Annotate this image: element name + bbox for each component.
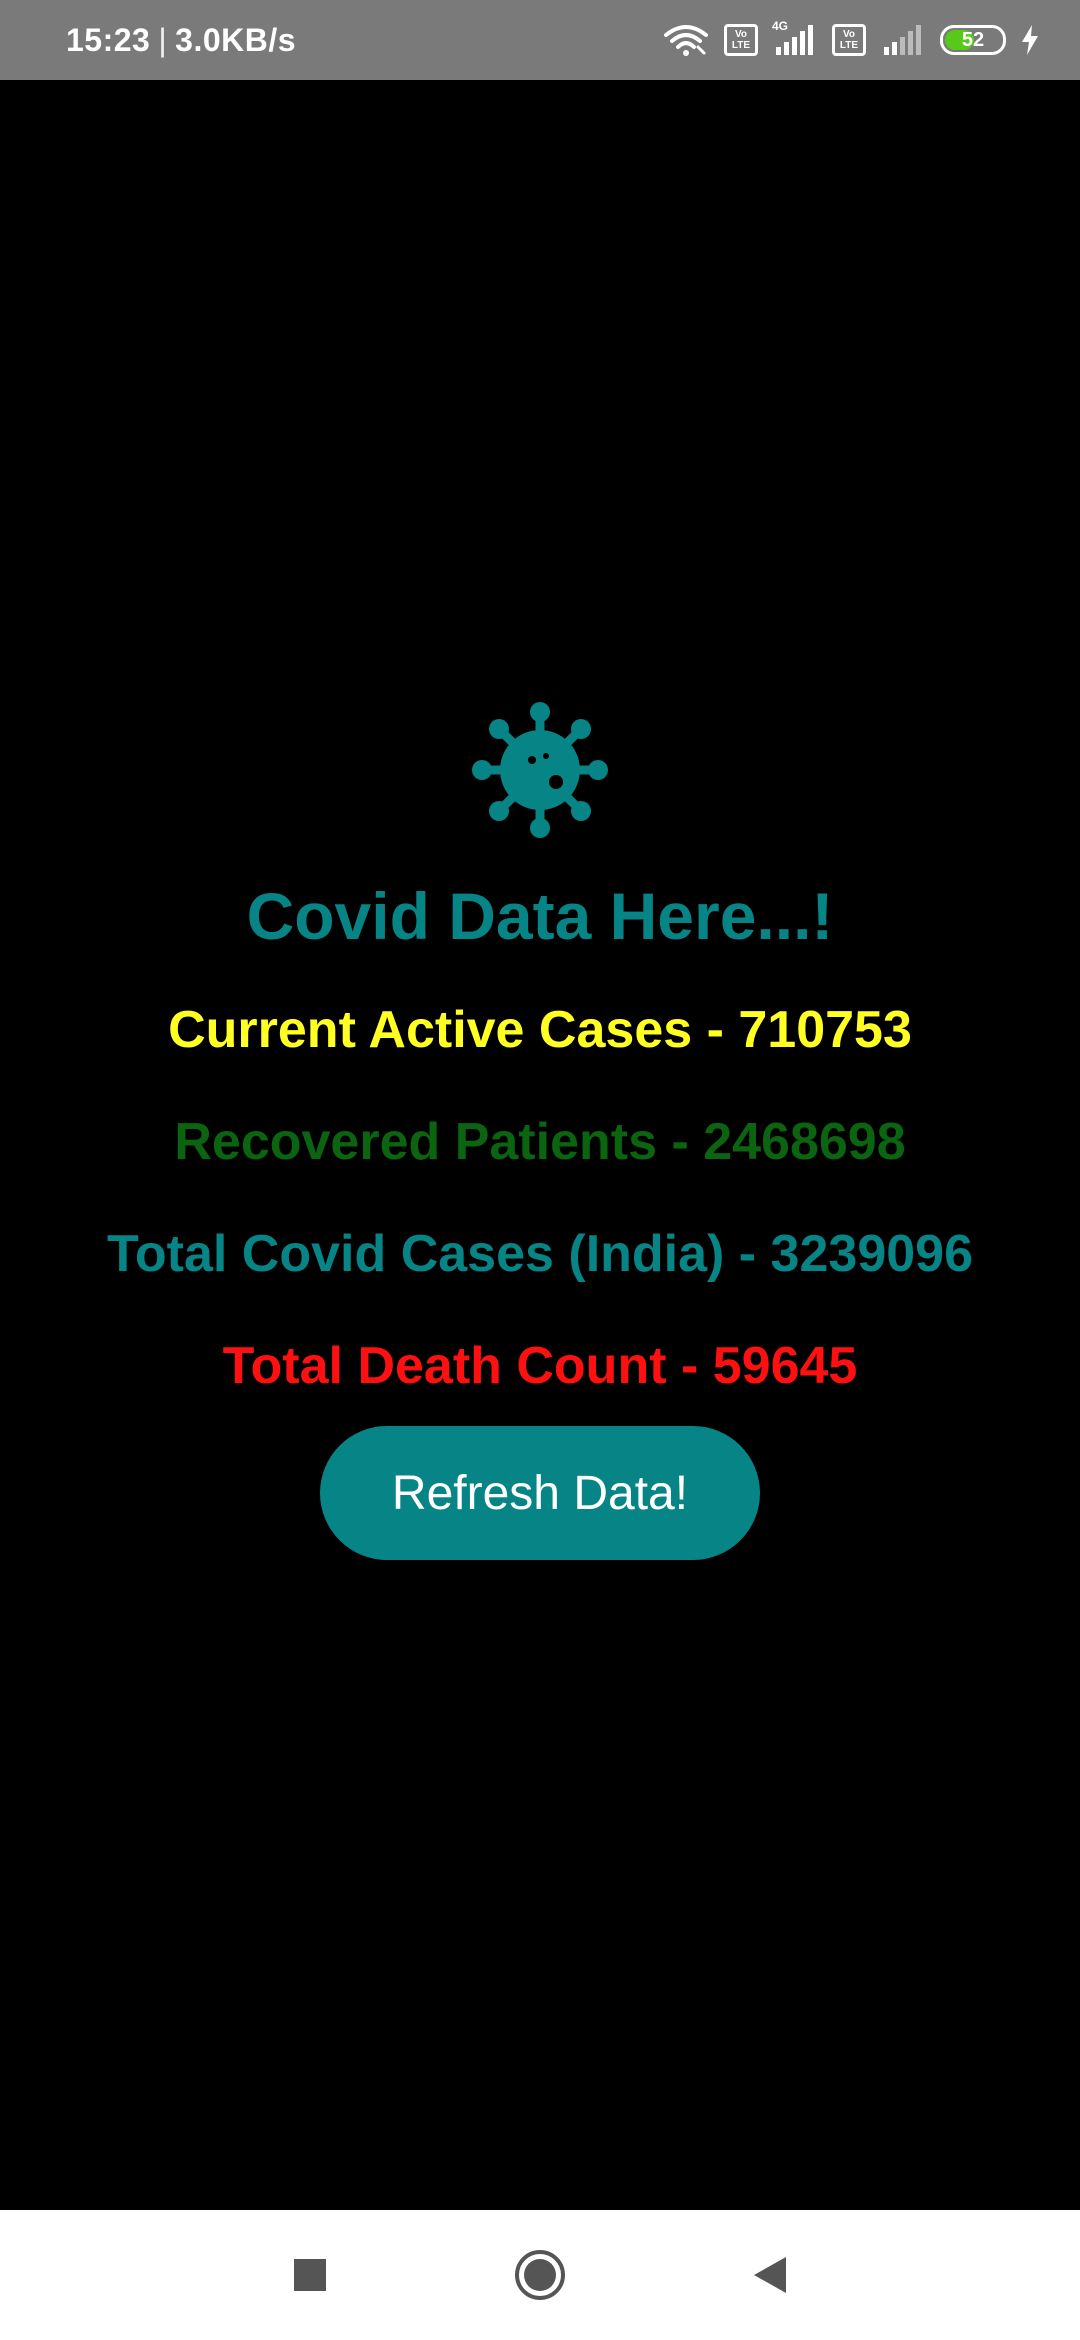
total-cases-text: Total Covid Cases (India) - 3239096 — [107, 1225, 973, 1283]
battery-level: 52 — [961, 28, 985, 51]
volte-icon: Vo LTE — [724, 24, 758, 56]
network-speed: 3.0KB/s — [175, 21, 297, 58]
status-bar: 15:23 | 3.0KB/s Vo LTE 4G Vo LTE 52 — [0, 0, 1080, 80]
volte-label-bottom: LTE — [731, 40, 751, 51]
clock: 15:23 — [66, 21, 151, 58]
status-left: 15:23 | 3.0KB/s — [66, 22, 296, 59]
charging-icon — [1020, 24, 1040, 56]
status-right: Vo LTE 4G Vo LTE 52 — [662, 19, 1040, 57]
virus-icon — [472, 702, 608, 838]
signal-icon: 4G — [772, 19, 818, 57]
back-button[interactable] — [720, 2225, 820, 2325]
main-content: Covid Data Here...! Current Active Cases… — [0, 700, 1080, 1560]
recovered-patients-text: Recovered Patients - 2468698 — [174, 1113, 906, 1171]
navigation-bar — [0, 2210, 1080, 2340]
page-title: Covid Data Here...! — [246, 879, 834, 953]
volte-label-top: Vo — [842, 29, 856, 40]
death-count-text: Total Death Count - 59645 — [222, 1337, 858, 1395]
status-separator: | — [158, 21, 168, 58]
recents-square-icon — [294, 2259, 326, 2291]
refresh-data-button[interactable]: Refresh Data! — [320, 1426, 760, 1560]
active-cases-text: Current Active Cases - 710753 — [168, 1001, 912, 1059]
app-screen: 15:23 | 3.0KB/s Vo LTE 4G Vo LTE 52 Covi… — [0, 0, 1080, 2340]
wifi-icon — [662, 23, 710, 57]
volte-label-top: Vo — [734, 29, 748, 40]
back-triangle-icon — [754, 2257, 786, 2293]
battery-icon: 52 — [940, 25, 1006, 55]
signal-icon — [880, 23, 926, 57]
home-button[interactable] — [490, 2225, 590, 2325]
home-circle-icon — [515, 2250, 565, 2300]
volte-icon: Vo LTE — [832, 24, 866, 56]
volte-label-bottom: LTE — [839, 40, 859, 51]
recents-button[interactable] — [260, 2225, 360, 2325]
network-type-label: 4G — [772, 19, 789, 33]
